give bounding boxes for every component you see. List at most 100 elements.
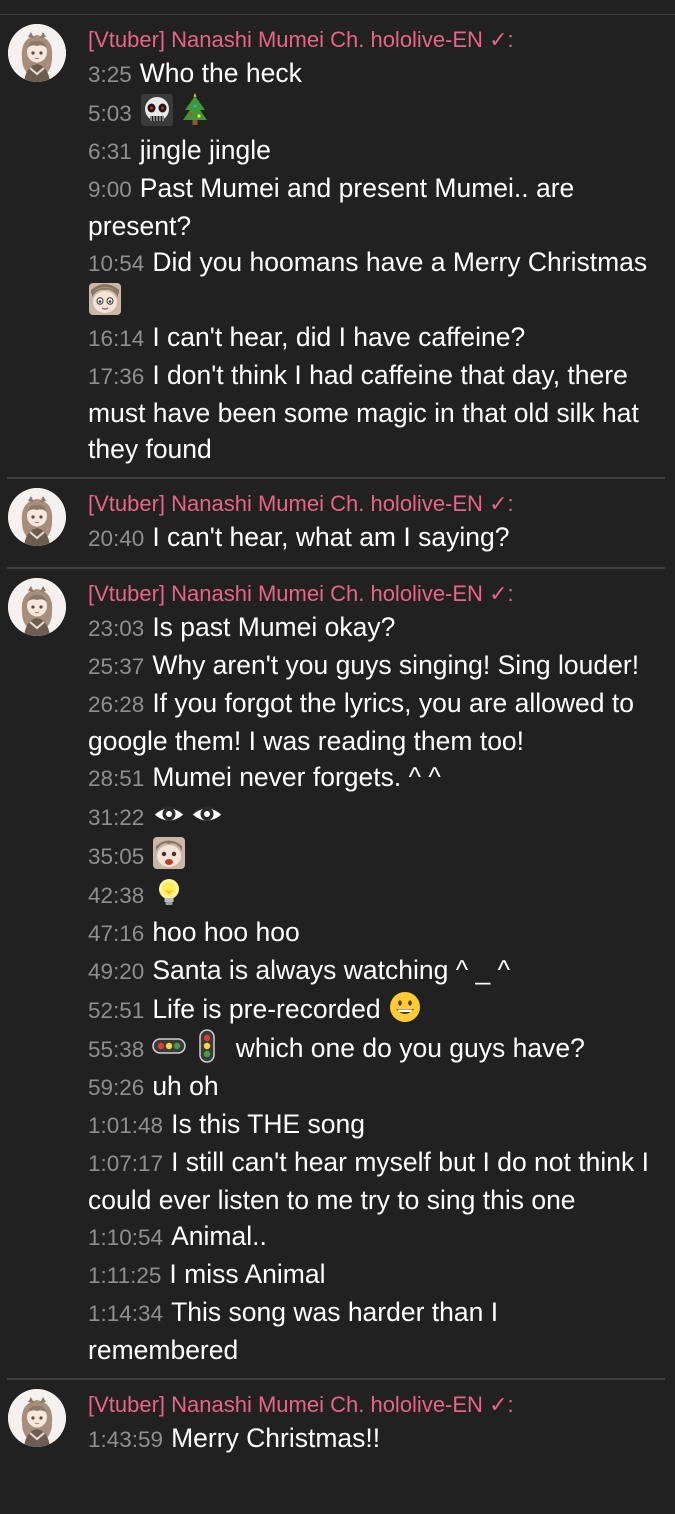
avatar[interactable]: [8, 24, 66, 82]
chat-message-group: [Vtuber] Nanashi Mumei Ch. hololive-EN ✓…: [7, 567, 665, 1378]
author-name[interactable]: [Vtuber] Nanashi Mumei Ch. hololive-EN ✓…: [88, 25, 653, 55]
mumei-face-emote: [88, 282, 122, 316]
author-name[interactable]: [Vtuber] Nanashi Mumei Ch. hololive-EN ✓…: [88, 1390, 653, 1420]
verified-check-icon: ✓:: [489, 581, 514, 606]
chat-message: 47:16 hoo hoo hoo: [88, 914, 653, 952]
eye-emote: [190, 797, 224, 831]
author-name[interactable]: [Vtuber] Nanashi Mumei Ch. hololive-EN ✓…: [88, 579, 653, 609]
eye-emote: [152, 797, 186, 831]
chat-message: 1:01:48 Is this THE song: [88, 1106, 653, 1144]
avatar[interactable]: [8, 1389, 66, 1447]
chat-message: 3:25 Who the heck: [88, 55, 653, 93]
mumei-shock-emote: [152, 836, 186, 870]
chat-message: 1:10:54 Animal..: [88, 1218, 653, 1256]
timestamp[interactable]: 3:25: [88, 62, 132, 87]
message-text: Santa is always watching ^ _ ^: [152, 955, 511, 985]
message-text: I can't hear, did I have caffeine?: [152, 322, 526, 352]
traffic-light-horizontal-emote: [152, 1029, 187, 1063]
chat-message: 1:43:59 Merry Christmas!!: [88, 1420, 653, 1458]
timestamp[interactable]: 55:38: [88, 1037, 144, 1062]
timestamp[interactable]: 42:38: [88, 883, 144, 908]
message-text: Animal..: [171, 1221, 267, 1251]
timestamp[interactable]: 59:26: [88, 1075, 144, 1100]
author-name-text: [Vtuber] Nanashi Mumei Ch. hololive-EN: [88, 27, 483, 52]
author-name-text: [Vtuber] Nanashi Mumei Ch. hololive-EN: [88, 491, 483, 516]
chat-message: 1:07:17 I still can't hear myself but I d…: [88, 1144, 653, 1218]
verified-check-icon: ✓:: [489, 27, 514, 52]
chat-message: 52:51 Life is pre-recorded: [88, 990, 653, 1029]
chat-message: 10:54 Did you hoomans have a Merry Christ…: [88, 244, 653, 319]
avatar[interactable]: [8, 488, 66, 546]
chat-message: 16:14 I can't hear, did I have caffeine?: [88, 319, 653, 357]
timestamp[interactable]: 1:10:54: [88, 1225, 163, 1250]
message-text: I can't hear, what am I saying?: [152, 522, 510, 552]
timestamp[interactable]: 1:07:17: [88, 1151, 163, 1176]
message-text: Why aren't you guys singing! Sing louder…: [152, 650, 640, 680]
chat-message: 55:38 which one do you guys have?: [88, 1029, 653, 1068]
timestamp[interactable]: 49:20: [88, 959, 144, 984]
timestamp[interactable]: 1:43:59: [88, 1427, 163, 1452]
message-text: Is this THE song: [171, 1109, 366, 1139]
chat-message: 1:14:34 This song was harder than I remem…: [88, 1294, 653, 1368]
chat-message: 59:26 uh oh: [88, 1068, 653, 1106]
message-text: I still can't hear myself but I do not t…: [88, 1147, 649, 1215]
message-text: If you forgot the lyrics, you are allowe…: [88, 688, 634, 756]
timestamp[interactable]: 25:37: [88, 654, 144, 679]
chat-message-group: [Vtuber] Nanashi Mumei Ch. hololive-EN ✓…: [7, 477, 665, 567]
chat-message: 5:03: [88, 93, 653, 132]
verified-check-icon: ✓:: [489, 1392, 514, 1417]
author-name-text: [Vtuber] Nanashi Mumei Ch. hololive-EN: [88, 1392, 483, 1417]
message-text: Mumei never forgets. ^ ^: [152, 762, 441, 792]
chat-message: 17:36 I don't think I had caffeine that d…: [88, 357, 653, 467]
chat-message-group: [Vtuber] Nanashi Mumei Ch. hololive-EN ✓…: [7, 15, 665, 477]
author-name-text: [Vtuber] Nanashi Mumei Ch. hololive-EN: [88, 581, 483, 606]
message-text: jingle jingle: [139, 135, 271, 165]
chat-message: 26:28 If you forgot the lyrics, you are a…: [88, 685, 653, 759]
chat-message: 23:03 Is past Mumei okay?: [88, 609, 653, 647]
timestamp[interactable]: 5:03: [88, 101, 132, 126]
message-text: hoo hoo hoo: [152, 917, 300, 947]
chat-message: 6:31 jingle jingle: [88, 132, 653, 170]
traffic-light-vertical-emote: [190, 1029, 224, 1063]
chat-message: 9:00 Past Mumei and present Mumei.. are p…: [88, 170, 653, 244]
chat-message: 35:05: [88, 836, 653, 875]
timestamp[interactable]: 1:14:34: [88, 1301, 163, 1326]
chat-message: 25:37 Why aren't you guys singing! Sing l…: [88, 647, 653, 685]
message-text: I don't think I had caffeine that day, t…: [88, 360, 639, 464]
grin-emote: [388, 990, 422, 1024]
lightbulb-emote: [152, 875, 186, 909]
chat-message: 20:40 I can't hear, what am I saying?: [88, 519, 653, 557]
timestamp[interactable]: 28:51: [88, 766, 144, 791]
chat-message: 28:51 Mumei never forgets. ^ ^: [88, 759, 653, 797]
timestamp[interactable]: 10:54: [88, 251, 144, 276]
timestamp[interactable]: 47:16: [88, 921, 144, 946]
timestamp[interactable]: 1:01:48: [88, 1113, 163, 1138]
message-text: Merry Christmas!!: [171, 1423, 381, 1453]
verified-check-icon: ✓:: [489, 491, 514, 516]
chat-message: 49:20 Santa is always watching ^ _ ^: [88, 952, 653, 990]
timestamp[interactable]: 20:40: [88, 526, 144, 551]
timestamp[interactable]: 9:00: [88, 177, 132, 202]
message-text: Life is pre-recorded: [152, 994, 381, 1024]
chat-message-group: [Vtuber] Nanashi Mumei Ch. hololive-EN ✓…: [7, 1378, 665, 1468]
message-text: which one do you guys have?: [235, 1033, 585, 1063]
message-text: Past Mumei and present Mumei.. are prese…: [88, 173, 575, 241]
timestamp[interactable]: 52:51: [88, 998, 144, 1023]
chat-message: 42:38: [88, 875, 653, 914]
message-text: I miss Animal: [169, 1259, 326, 1289]
timestamp[interactable]: 31:22: [88, 805, 144, 830]
timestamp[interactable]: 1:11:25: [88, 1263, 161, 1288]
timestamp[interactable]: 16:14: [88, 326, 144, 351]
chat-log: [Vtuber] Nanashi Mumei Ch. hololive-EN ✓…: [0, 15, 675, 1468]
skull-face-emote: [140, 93, 174, 127]
timestamp[interactable]: 6:31: [88, 139, 132, 164]
timestamp[interactable]: 17:36: [88, 364, 144, 389]
avatar[interactable]: [8, 578, 66, 636]
chat-message: 31:22: [88, 797, 653, 836]
timestamp[interactable]: 35:05: [88, 844, 144, 869]
christmas-tree-emote: [178, 93, 212, 127]
chat-message: 1:11:25 I miss Animal: [88, 1256, 653, 1294]
author-name[interactable]: [Vtuber] Nanashi Mumei Ch. hololive-EN ✓…: [88, 489, 653, 519]
timestamp[interactable]: 23:03: [88, 616, 144, 641]
timestamp[interactable]: 26:28: [88, 692, 144, 717]
